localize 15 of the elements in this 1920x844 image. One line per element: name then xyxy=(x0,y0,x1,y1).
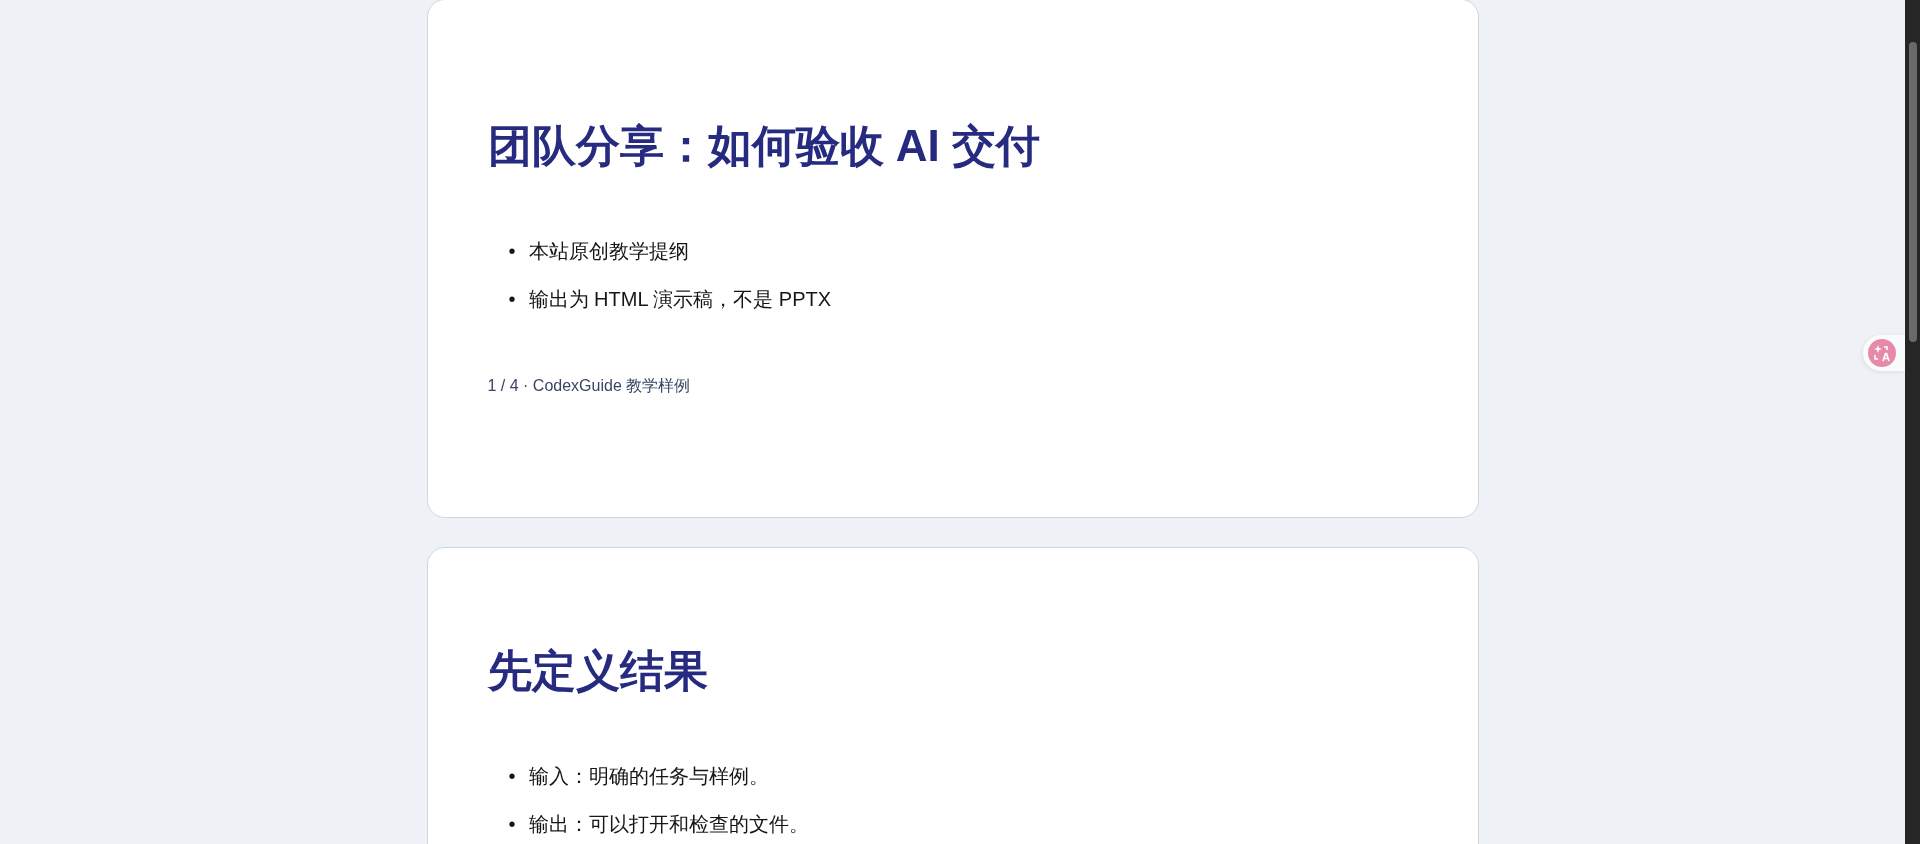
bullet-text: 输入：明确的任务与样例。 xyxy=(528,764,769,789)
bullet-text: 输出为 HTML 演示稿，不是 PPTX xyxy=(528,287,832,312)
bullet-marker: • xyxy=(508,239,517,264)
bullet-marker: • xyxy=(508,287,517,312)
bullet-marker: • xyxy=(508,764,517,789)
bullet-text: 本站原创教学提纲 xyxy=(528,239,689,264)
slide-title: 团队分享：如何验收 AI 交付 xyxy=(487,120,1041,172)
slide-footer: 1 / 4 · CodexGuide 教学样例 xyxy=(487,374,1418,398)
bullet-marker: • xyxy=(508,812,517,837)
scrollbar-thumb[interactable] xyxy=(1909,42,1917,342)
bullet-text: 输出：可以打开和检查的文件。 xyxy=(528,812,809,837)
translate-button[interactable] xyxy=(1863,335,1905,371)
scrollbar[interactable] xyxy=(1905,0,1920,844)
slide-title: 先定义结果 xyxy=(487,645,709,697)
translate-icon xyxy=(1873,344,1891,362)
